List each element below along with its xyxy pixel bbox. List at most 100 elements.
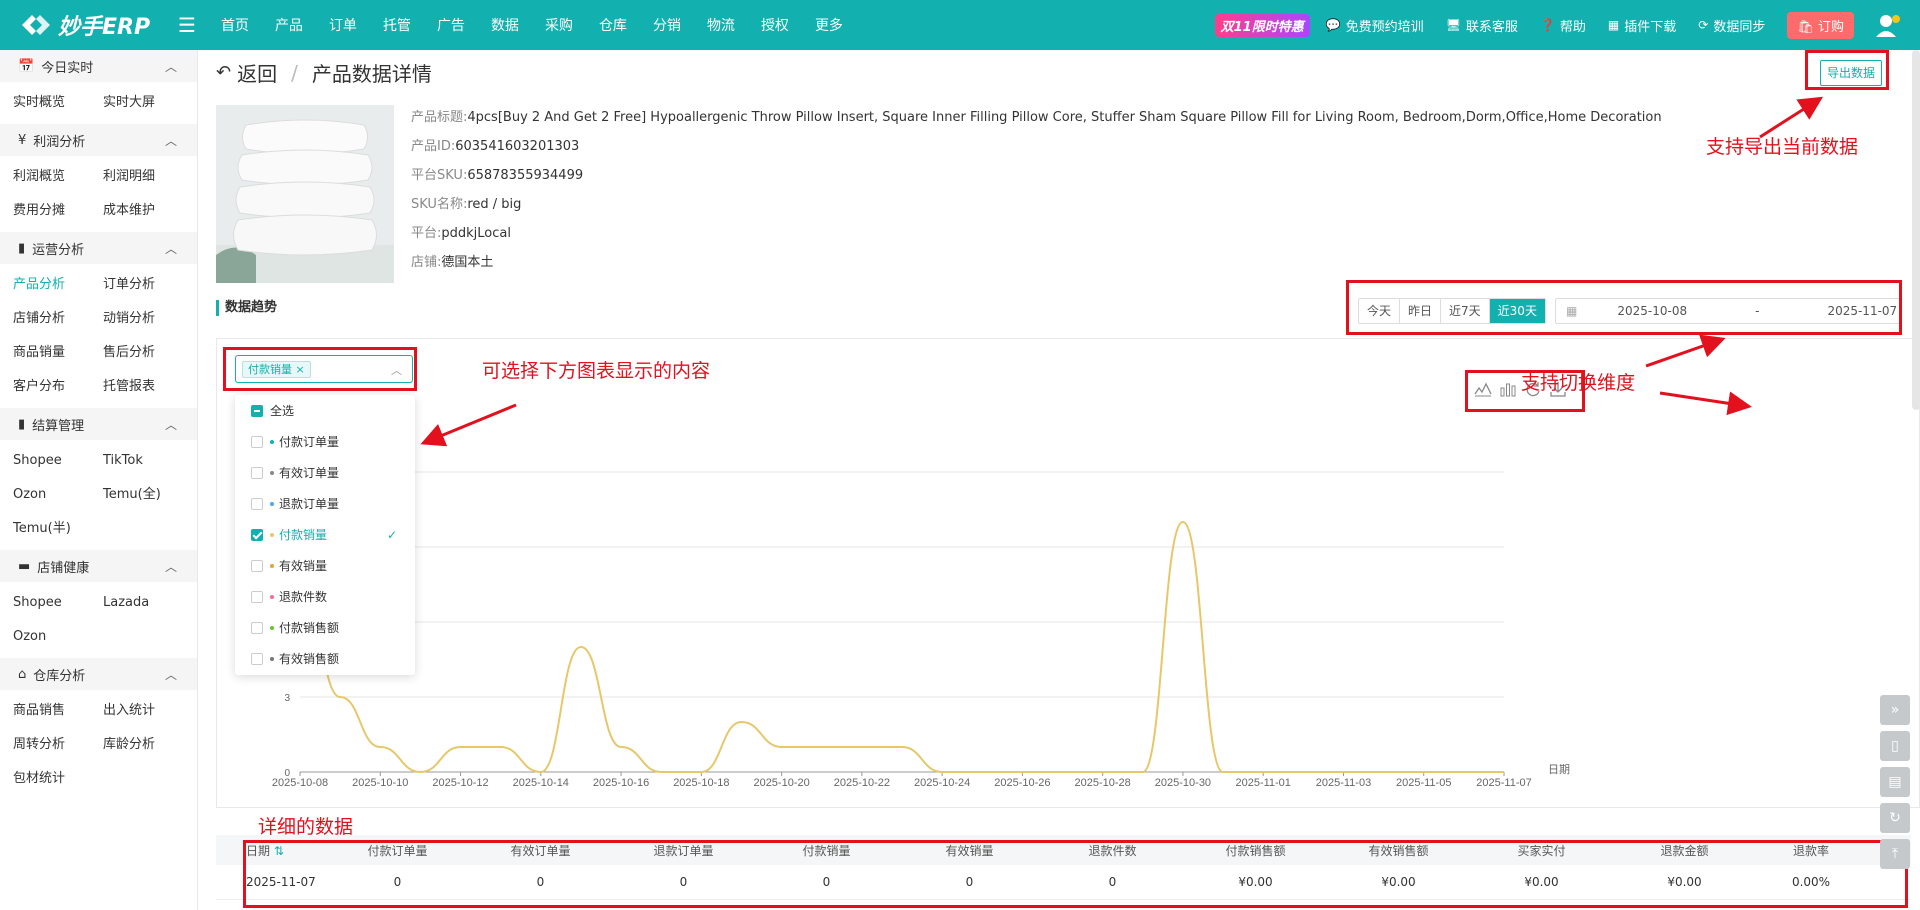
user-avatar-icon[interactable]	[1874, 11, 1902, 39]
sidebar-item[interactable]: 包材统计	[0, 762, 90, 796]
nav-item[interactable]: 数据	[478, 15, 532, 35]
x-tick-label: 2025-10-22	[834, 777, 890, 789]
dropdown-option[interactable]: 有效订单量	[235, 457, 415, 488]
sidebar-item[interactable]: 动销分析	[90, 302, 180, 336]
annotation-select: 可选择下方图表显示的内容	[482, 360, 711, 382]
sidebar-item[interactable]: 产品分析	[0, 268, 90, 302]
dropdown-option-label: 有效销售额	[279, 652, 340, 666]
sidebar-section-items: 产品分析 订单分析 店铺分析 动销分析 商品销量 售后分析 客户分布 托管报表	[0, 264, 197, 408]
nav-link[interactable]: ⟳ 数据同步	[1698, 16, 1765, 35]
sidebar-item[interactable]: 实时大屏	[90, 86, 180, 120]
nav-item[interactable]: 物流	[694, 15, 748, 35]
x-tick-label: 2025-10-16	[593, 777, 649, 789]
logo-text: 妙手ERP	[58, 15, 151, 40]
dropdown-option[interactable]: 有效销量	[235, 550, 415, 581]
sidebar-item[interactable]: Ozon	[0, 478, 90, 512]
sidebar-item[interactable]: 周转分析	[0, 728, 90, 762]
page-scrollbar[interactable]	[1912, 50, 1920, 410]
dropdown-option-label: 全选	[270, 404, 295, 418]
checkbox[interactable]	[251, 466, 263, 479]
dropdown-option[interactable]: 有效销售额	[235, 643, 415, 674]
annotation-box-table	[243, 840, 1908, 908]
dropdown-option-label: 退款件数	[279, 590, 328, 604]
app-logo[interactable]: 妙手ERP	[0, 9, 170, 41]
checkbox[interactable]	[251, 528, 263, 541]
sidebar-item[interactable]: 出入统计	[90, 694, 180, 728]
sidebar-item[interactable]: 利润概览	[0, 160, 90, 194]
sidebar-item[interactable]: 客户分布	[0, 370, 90, 404]
nav-item[interactable]: 订单	[316, 15, 370, 35]
checkbox[interactable]	[251, 621, 263, 634]
checkbox[interactable]	[251, 497, 263, 510]
sidebar-section-header[interactable]: ⌂ 仓库分析 ︿	[0, 658, 197, 690]
sidebar-item[interactable]: 店铺分析	[0, 302, 90, 336]
sidebar-section-header[interactable]: ▮ 运营分析 ︿	[0, 232, 197, 264]
nav-item[interactable]: 广告	[424, 15, 478, 35]
dropdown-option-label: 有效订单量	[279, 466, 340, 480]
nav-item[interactable]: 分销	[640, 15, 694, 35]
nav-link[interactable]: 💬 免费预约培训	[1326, 16, 1424, 35]
x-tick-label: 2025-11-01	[1235, 777, 1290, 789]
sidebar-item[interactable]: 商品销量	[0, 336, 90, 370]
note-icon[interactable]: ▤	[1880, 767, 1910, 797]
nav-link-label: 联系客服	[1465, 19, 1518, 35]
sidebar-item[interactable]: 实时概览	[0, 86, 90, 120]
sidebar-item[interactable]: Ozon	[0, 620, 90, 654]
sidebar-item[interactable]: 库龄分析	[90, 728, 180, 762]
nav-item[interactable]: 仓库	[586, 15, 640, 35]
sidebar-section-header[interactable]: ▬ 店铺健康 ︿	[0, 550, 197, 582]
chevron-up-icon: ︿	[164, 417, 177, 432]
menu-toggle-icon[interactable]: ☰	[178, 13, 196, 37]
checkbox[interactable]	[251, 559, 263, 572]
dropdown-option[interactable]: 付款销售额	[235, 612, 415, 643]
sidebar-item[interactable]: Lazada	[90, 586, 180, 620]
sidebar-section-header[interactable]: ▮ 结算管理 ︿	[0, 408, 197, 440]
sidebar-item[interactable]: Temu(全)	[90, 478, 180, 512]
sidebar-item[interactable]: Shopee	[0, 586, 90, 620]
nav-item[interactable]: 产品	[262, 15, 316, 35]
checkbox[interactable]	[251, 435, 263, 448]
promo-badge[interactable]: 双11限时特惠	[1214, 13, 1310, 37]
nav-link[interactable]: 🖥 联系客服	[1446, 16, 1518, 35]
x-tick-label: 2025-10-24	[914, 777, 970, 789]
dropdown-option-label: 付款销量	[279, 528, 328, 542]
sidebar-item[interactable]: 托管报表	[90, 370, 180, 404]
checkbox[interactable]	[251, 404, 263, 417]
subscribe-button[interactable]: 🛍 订购	[1787, 11, 1854, 39]
sidebar-section-title: 今日实时	[41, 60, 94, 76]
dropdown-option[interactable]: 全选	[235, 395, 415, 426]
sidebar-item[interactable]: Shopee	[0, 444, 90, 478]
dropdown-option[interactable]: 退款件数	[235, 581, 415, 612]
back-to-top-icon[interactable]: ⤒	[1880, 839, 1910, 869]
nav-item[interactable]: 授权	[748, 15, 802, 35]
sidebar-section-title: 结算管理	[32, 418, 85, 434]
nav-link[interactable]: ▦ 插件下载	[1608, 16, 1676, 35]
sidebar-section-header[interactable]: 📅 今日实时 ︿	[0, 50, 197, 82]
checkbox[interactable]	[251, 590, 263, 603]
sidebar-item[interactable]: 费用分摊	[0, 194, 90, 228]
sidebar-item[interactable]: 成本维护	[90, 194, 180, 228]
sidebar-item[interactable]: 利润明细	[90, 160, 180, 194]
annotation-detail: 详细的数据	[258, 816, 354, 838]
x-axis-label: 日期	[1548, 763, 1570, 776]
check-icon: ✓	[386, 527, 397, 542]
refresh-page-icon[interactable]: ↻	[1880, 803, 1910, 833]
nav-item[interactable]: 采购	[532, 15, 586, 35]
yen-icon: ¥	[18, 132, 27, 148]
nav-item[interactable]: 更多	[802, 15, 856, 35]
dropdown-option[interactable]: 付款销量 ✓	[235, 519, 415, 550]
dropdown-option[interactable]: 退款订单量	[235, 488, 415, 519]
nav-item[interactable]: 首页	[208, 15, 262, 35]
sidebar-section-header[interactable]: ¥ 利润分析 ︿	[0, 124, 197, 156]
checkbox[interactable]	[251, 652, 263, 665]
sidebar-item[interactable]: TikTok	[90, 444, 180, 478]
nav-link[interactable]: ❓ 帮助	[1540, 16, 1586, 35]
mobile-icon[interactable]: ▯	[1880, 731, 1910, 761]
sidebar-item[interactable]: 售后分析	[90, 336, 180, 370]
nav-item[interactable]: 托管	[370, 15, 424, 35]
sidebar-item[interactable]: 商品销售	[0, 694, 90, 728]
sidebar-item[interactable]: 订单分析	[90, 268, 180, 302]
sidebar-item[interactable]: Temu(半)	[0, 512, 90, 546]
dropdown-option[interactable]: 付款订单量	[235, 426, 415, 457]
expand-icon[interactable]: »	[1880, 695, 1910, 725]
